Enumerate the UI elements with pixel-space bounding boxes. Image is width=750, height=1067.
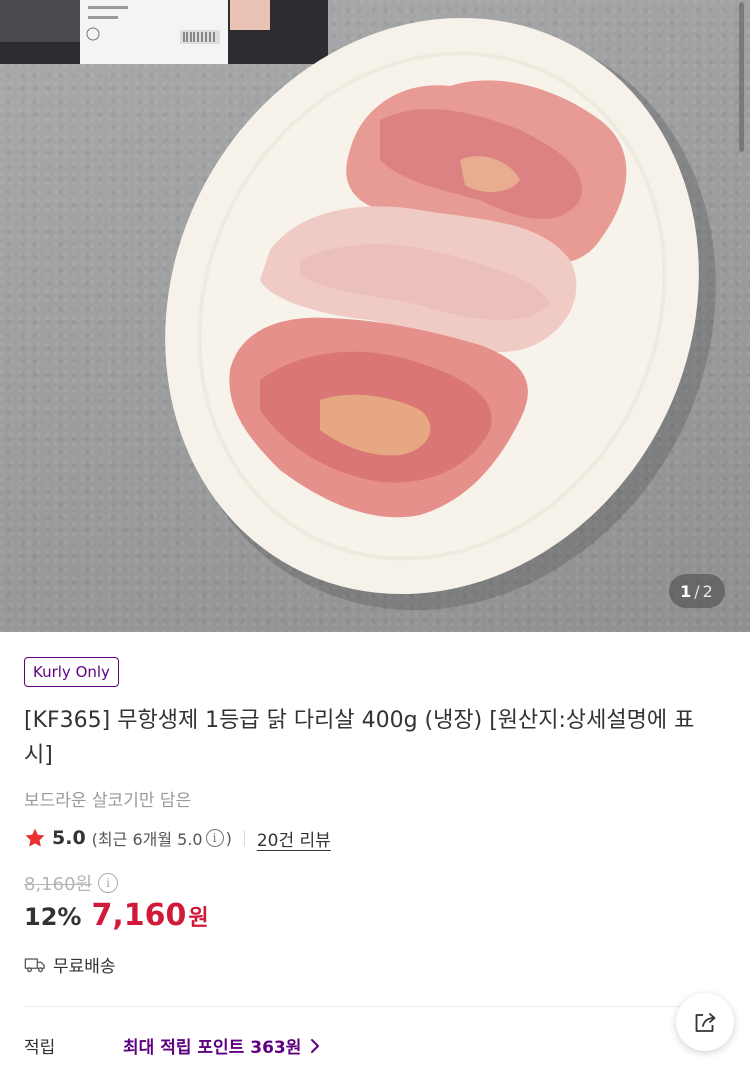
recent-rating-close: ) [225,828,232,848]
free-shipping-label: 무료배송 [53,957,116,977]
product-photo [0,0,716,611]
chevron-right-icon [311,1038,320,1053]
kurly-only-badge: Kurly Only [24,657,119,687]
max-points-text: 최대 적립 포인트 363원 [123,1038,302,1058]
original-price: 8,160원 [24,874,93,895]
current-page: 1 [680,581,693,601]
rating-row: 5.0 (최근 6개월 5.0 i ) 20건 리뷰 [24,824,331,852]
section-divider [24,1006,726,1007]
image-page-indicator: 1 / 2 [669,574,725,608]
recent-rating-text: (최근 6개월 5.0 [91,830,203,849]
currency-unit: 원 [188,906,209,931]
divider [243,830,245,846]
star-icon [25,828,45,847]
recent-rating: (최근 6개월 5.0 i ) [92,826,232,850]
page-separator: / [694,581,701,601]
points-label: 적립 [24,1038,56,1058]
sale-price: 7,160 [91,898,187,933]
discount-rate: 12% [24,903,82,931]
total-pages: 2 [702,581,714,601]
info-icon[interactable]: i [205,829,224,847]
share-button[interactable] [676,993,734,1051]
price-info-icon[interactable]: i [98,873,119,893]
rating-score: 5.0 [52,827,86,849]
review-count-link[interactable]: 20건 리뷰 [257,826,331,851]
price-row: 12% 7,160 원 [24,898,209,933]
original-price-row: 8,160원 i [24,870,120,896]
product-subtitle: 보드라운 살코기만 담은 [24,791,192,811]
max-points-link[interactable]: 최대 적립 포인트 363원 [123,1033,321,1058]
shipping-row: 무료배송 [24,952,116,977]
product-image[interactable]: 1 / 2 [0,0,750,632]
truck-icon [24,957,45,972]
points-row[interactable]: 적립 최대 적립 포인트 363원 [24,1033,524,1059]
share-icon [695,1013,716,1032]
scrollbar[interactable] [739,2,744,152]
product-title: [KF365] 무항생제 1등급 닭 다리살 400g (냉장) [원산지:상세… [24,708,695,768]
